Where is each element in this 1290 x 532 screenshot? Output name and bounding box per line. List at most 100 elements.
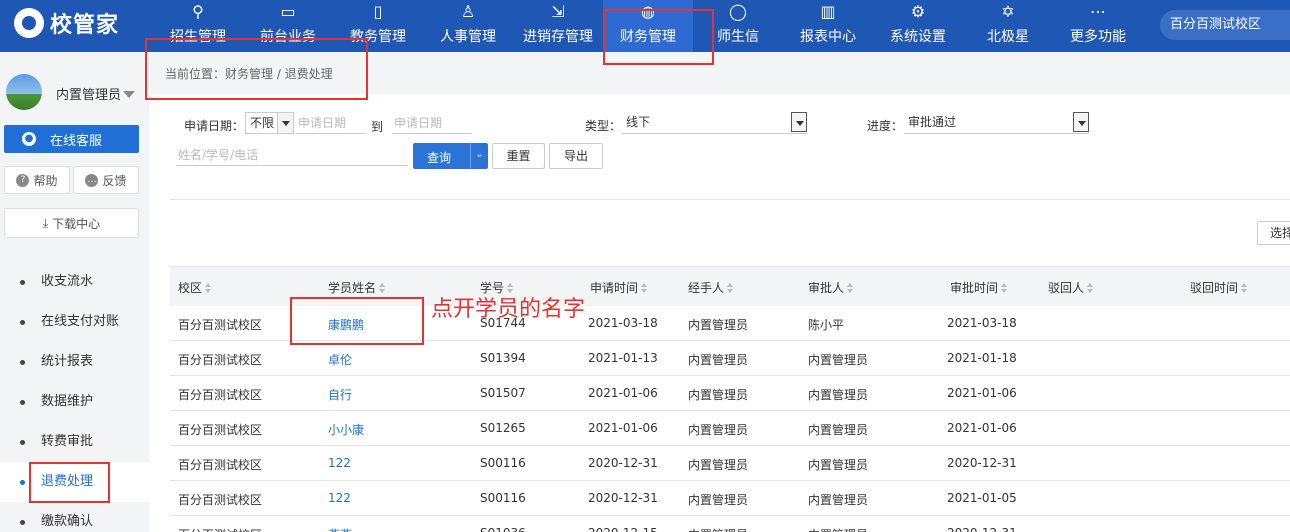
- table-cell: 2020-12-31: [588, 456, 658, 470]
- type-value: 线下: [626, 115, 651, 129]
- chevron-down-icon[interactable]: ⌄: [470, 143, 488, 169]
- user-name[interactable]: 内置管理员: [56, 84, 121, 103]
- sort-icon[interactable]: [1001, 283, 1008, 293]
- table-cell: 2020-12-31: [947, 526, 1017, 532]
- more-icon: ⋯: [1090, 2, 1106, 21]
- student-name-link[interactable]: 卓伦: [328, 351, 352, 368]
- column-header-label: 驳回人: [1048, 281, 1085, 295]
- nav-tab-4[interactable]: ⇲ 进销存管理: [513, 0, 603, 52]
- help-button[interactable]: ? 帮助: [4, 166, 70, 194]
- table-cell: 内置管理员: [688, 458, 749, 472]
- table-cell: S01394: [480, 351, 526, 365]
- logo-mark-icon: [14, 8, 44, 38]
- column-header[interactable]: 经手人: [688, 279, 734, 296]
- sort-icon[interactable]: [727, 283, 734, 293]
- feedback-button[interactable]: … 反馈: [73, 166, 139, 194]
- sidebar-menu-item[interactable]: 转费审批: [0, 422, 149, 462]
- table-row[interactable]: 百分百测试校区 卓伦 S01394 2021-01-13 内置管理员 内置管理员 2021-…: [170, 341, 1290, 376]
- student-name-link[interactable]: 小小康: [328, 421, 364, 438]
- sidebar-menu-item[interactable]: 数据维护: [0, 382, 149, 422]
- column-header[interactable]: 校区: [178, 279, 212, 296]
- sidebar-menu-label: 在线支付对账: [41, 314, 120, 329]
- dropdown-arrow-icon[interactable]: [277, 113, 293, 133]
- avatar[interactable]: [6, 74, 42, 110]
- date-to-input[interactable]: [392, 112, 472, 134]
- bullet-icon: [20, 320, 25, 325]
- student-name-link[interactable]: 122: [328, 456, 351, 470]
- student-name-link[interactable]: 122: [328, 491, 351, 505]
- progress-value: 审批通过: [908, 115, 957, 129]
- keyword-search-input[interactable]: [176, 144, 408, 166]
- progress-select[interactable]: 审批通过: [904, 112, 1089, 134]
- bullet-icon: [20, 280, 25, 285]
- download-icon: ⤓: [42, 215, 49, 230]
- dropdown-arrow-icon[interactable]: [1073, 112, 1089, 132]
- table-cell: 内置管理员: [688, 423, 749, 437]
- nav-tab-10[interactable]: ⋯ 更多功能: [1053, 0, 1143, 52]
- reset-button[interactable]: 重置: [492, 143, 545, 169]
- column-header[interactable]: 学员姓名: [328, 279, 386, 296]
- campus-selector[interactable]: 百分百测试校区: [1160, 10, 1290, 40]
- download-center-button[interactable]: ⤓ 下载中心: [4, 208, 139, 238]
- gear-icon: ⚙: [910, 2, 926, 21]
- table-row[interactable]: 百分百测试校区 自行 S01507 2021-01-06 内置管理员 内置管理员 2021-…: [170, 376, 1290, 411]
- divider: [170, 199, 1290, 200]
- column-header-label: 经手人: [688, 281, 725, 295]
- table-row[interactable]: 百分百测试校区 小小康 S01265 2021-01-06 内置管理员 内置管理员 2021…: [170, 411, 1290, 446]
- sidebar-menu-item[interactable]: 在线支付对账: [0, 302, 149, 342]
- type-select[interactable]: 线下: [622, 112, 807, 134]
- annotation-box-student-name: [290, 297, 424, 345]
- sidebar-menu-item[interactable]: 收支流水: [0, 262, 149, 302]
- sort-icon[interactable]: [1087, 283, 1094, 293]
- student-name-link[interactable]: 燕燕: [328, 526, 352, 532]
- column-header[interactable]: 申请时间: [590, 279, 648, 296]
- apply-date-mode-value: 不限: [250, 116, 275, 130]
- column-header[interactable]: 驳回时间: [1190, 279, 1248, 296]
- date-from-input[interactable]: [296, 112, 366, 134]
- table-cell: 内置管理员: [808, 493, 869, 507]
- nav-tab-9[interactable]: ✡ 北极星: [963, 0, 1053, 52]
- dropdown-arrow-icon[interactable]: [791, 112, 807, 132]
- sidebar-menu-item[interactable]: 缴款确认: [0, 502, 149, 532]
- table-cell: S00116: [480, 491, 526, 505]
- table-cell: 百分百测试校区: [178, 318, 263, 332]
- table-row[interactable]: 百分百测试校区 燕燕 S01036 2020-12-15 内置管理员 内置管理员 2020-…: [170, 516, 1290, 532]
- column-header[interactable]: 审批时间: [950, 279, 1008, 296]
- nav-tab-label: 报表中心: [800, 29, 856, 45]
- select-columns-button[interactable]: 选择列: [1257, 221, 1290, 245]
- table-cell: 内置管理员: [688, 388, 749, 402]
- column-header-label: 学员姓名: [328, 281, 377, 295]
- table-cell: 百分百测试校区: [178, 353, 263, 367]
- sort-icon[interactable]: [1241, 283, 1248, 293]
- student-name-link[interactable]: 自行: [328, 386, 352, 403]
- table-cell: 2021-01-18: [947, 351, 1017, 365]
- nav-tab-3[interactable]: ♙ 人事管理: [423, 0, 513, 52]
- table-cell: 内置管理员: [688, 526, 748, 532]
- chevron-down-icon[interactable]: [123, 91, 135, 98]
- online-service-button[interactable]: ● 在线客服: [4, 125, 139, 153]
- table-cell: S00116: [480, 456, 526, 470]
- column-header-label: 申请时间: [590, 281, 639, 295]
- table-cell: 百分百测试校区: [178, 526, 262, 532]
- table-cell: 2021-01-06: [947, 386, 1017, 400]
- column-header[interactable]: 审批人: [808, 279, 854, 296]
- bullet-icon: [20, 440, 25, 445]
- sort-icon[interactable]: [847, 283, 854, 293]
- sort-icon[interactable]: [205, 283, 212, 293]
- sort-icon[interactable]: [641, 283, 648, 293]
- column-header[interactable]: 驳回人: [1048, 279, 1094, 296]
- star-icon: ✡: [1001, 2, 1015, 21]
- sidebar-menu-item[interactable]: 统计报表: [0, 342, 149, 382]
- table-cell: 2021-03-18: [947, 316, 1017, 330]
- nav-tab-7[interactable]: ▥ 报表中心: [783, 0, 873, 52]
- apply-date-mode-select[interactable]: 不限: [245, 112, 294, 134]
- table-row[interactable]: 百分百测试校区 122 S00116 2020-12-31 内置管理员 内置管理员 2020…: [170, 446, 1290, 481]
- table-row[interactable]: 百分百测试校区 122 S00116 2020-12-31 内置管理员 内置管理员 2021…: [170, 481, 1290, 516]
- sort-icon[interactable]: [379, 283, 386, 293]
- app-logo[interactable]: 校管家: [14, 8, 119, 38]
- query-button[interactable]: 查询 ⌄: [413, 143, 488, 169]
- logo-text: 校管家: [50, 13, 120, 38]
- export-button[interactable]: 导出: [549, 143, 603, 169]
- feedback-label: 反馈: [102, 173, 127, 188]
- nav-tab-8[interactable]: ⚙ 系统设置: [873, 0, 963, 52]
